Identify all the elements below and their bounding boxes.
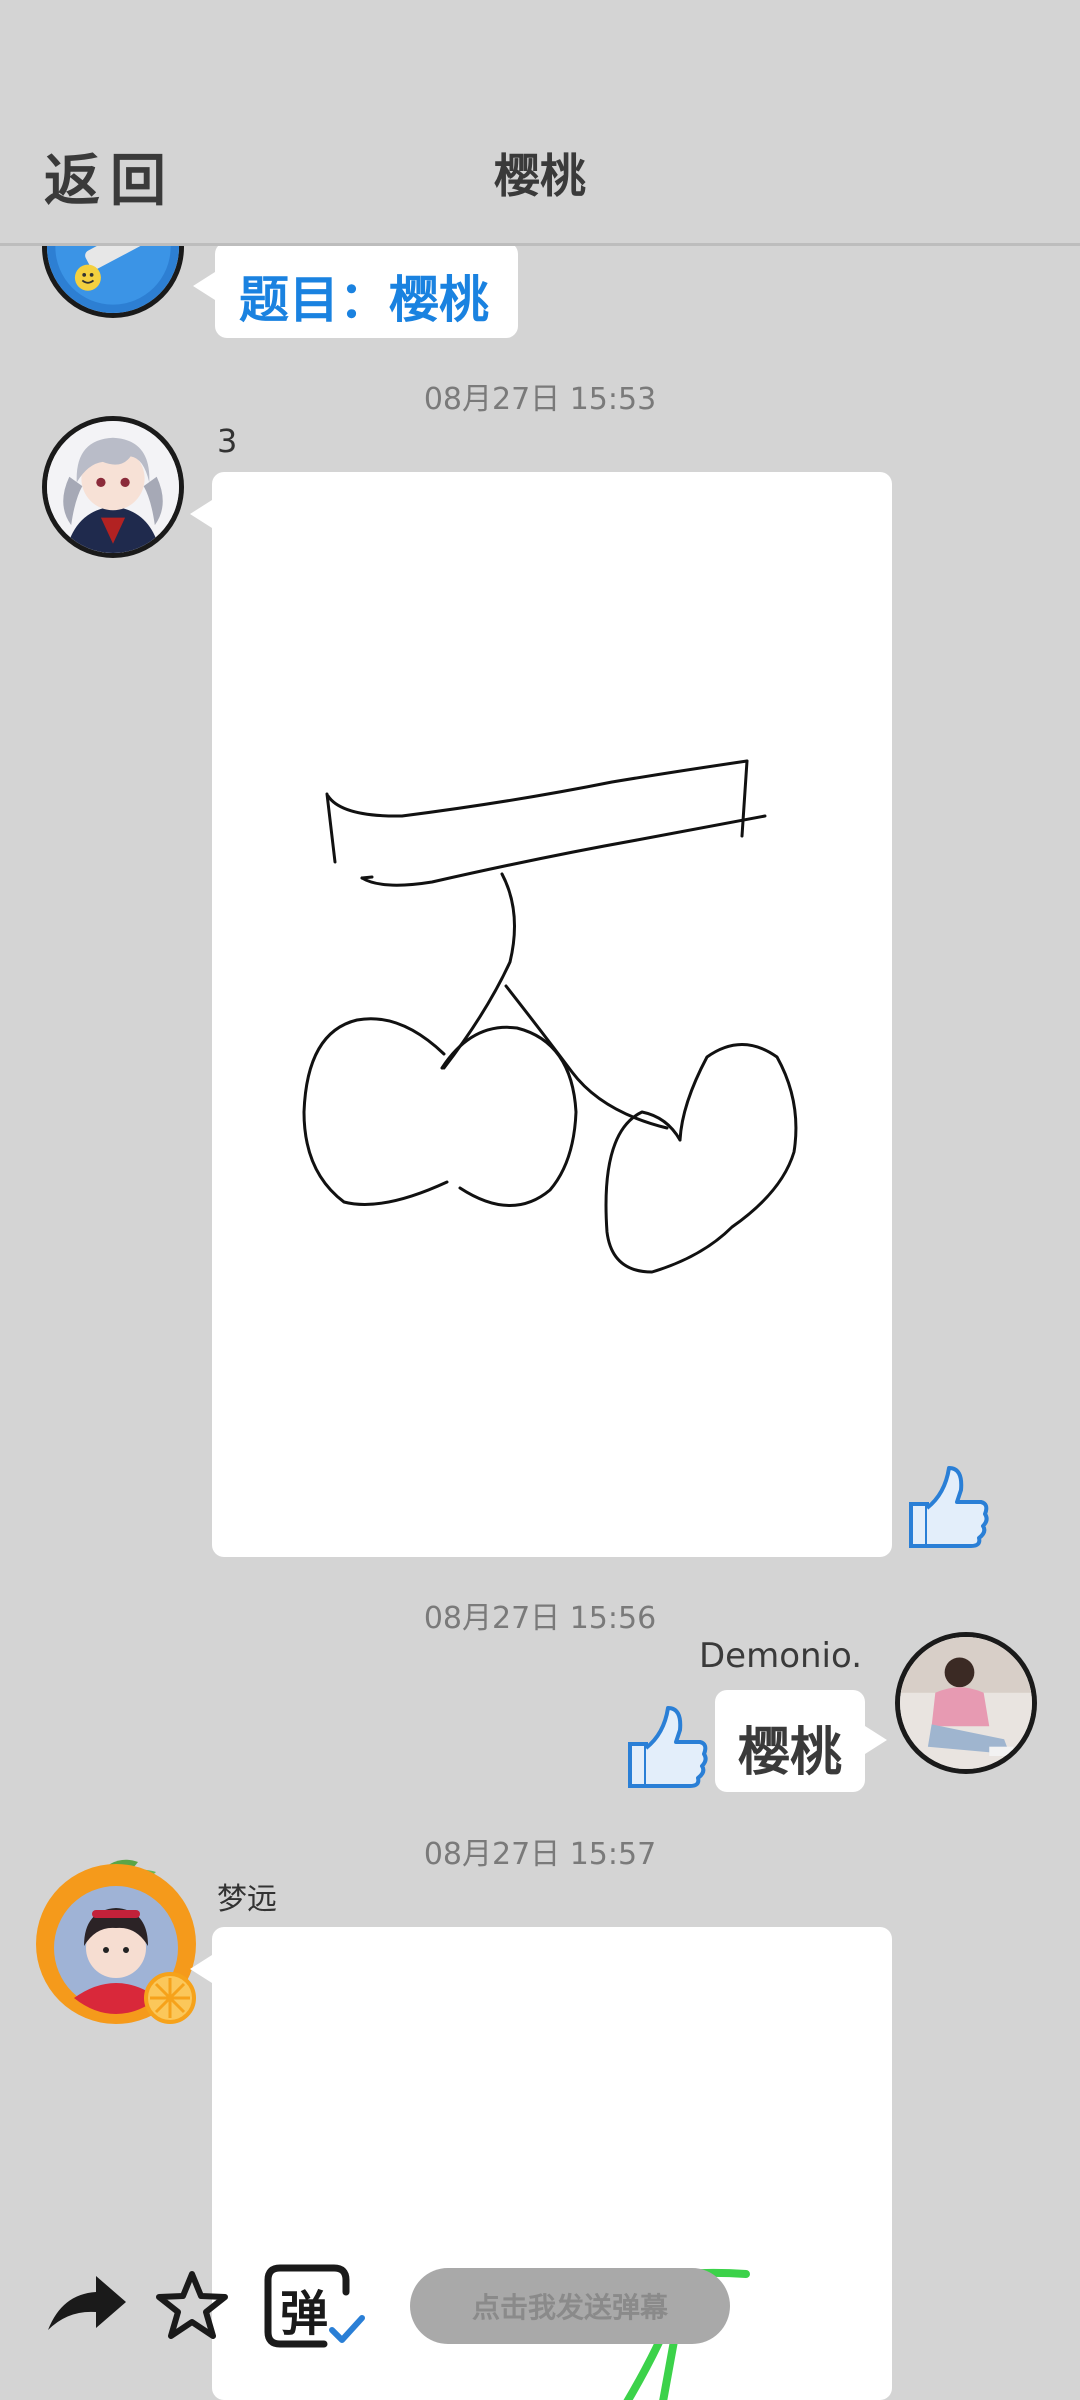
page-title: 樱桃 bbox=[494, 149, 586, 203]
anime-girl-avatar-icon bbox=[47, 421, 179, 553]
chat-page: 返回 樱桃 题目：樱桃 08月27日 15:53 3 08月27日 15:56 … bbox=[0, 0, 1080, 2400]
message-timestamp: 08月27日 15:53 bbox=[423, 382, 657, 417]
user-avatar-mengyuan[interactable] bbox=[28, 1848, 204, 2024]
user-avatar-demonio[interactable] bbox=[895, 1632, 1037, 1774]
photo-girl-avatar-icon bbox=[900, 1637, 1032, 1769]
header-bar: 返回 樱桃 bbox=[0, 0, 1080, 246]
drawing-canvas[interactable] bbox=[190, 472, 892, 1557]
danmaku-input[interactable]: 点击我发送弹幕 bbox=[410, 2268, 730, 2344]
cherry-drawing bbox=[302, 759, 798, 1274]
danmaku-icon[interactable]: 弹 bbox=[262, 2262, 366, 2350]
share-arrow-icon[interactable] bbox=[44, 2268, 128, 2338]
danmaku-badge-text: 弹 bbox=[280, 2286, 329, 2342]
message-timestamp: 08月27日 15:56 bbox=[423, 1601, 657, 1636]
topic-text: 题目：樱桃 bbox=[239, 271, 489, 329]
thumbs-up-icon[interactable] bbox=[905, 1460, 989, 1552]
orange-avatar-icon bbox=[36, 1859, 196, 2024]
topic-bubble: 题目：樱桃 bbox=[193, 242, 518, 338]
username: 3 bbox=[217, 422, 238, 460]
answer-text: 樱桃 bbox=[737, 1723, 842, 1783]
username: 梦远 bbox=[217, 1882, 277, 1917]
answer-bubble: 樱桃 bbox=[715, 1690, 887, 1792]
username: Demonio. bbox=[698, 1636, 862, 1676]
thumbs-up-icon[interactable] bbox=[624, 1700, 708, 1792]
star-icon[interactable] bbox=[154, 2268, 230, 2344]
user-avatar-3[interactable] bbox=[42, 416, 184, 558]
